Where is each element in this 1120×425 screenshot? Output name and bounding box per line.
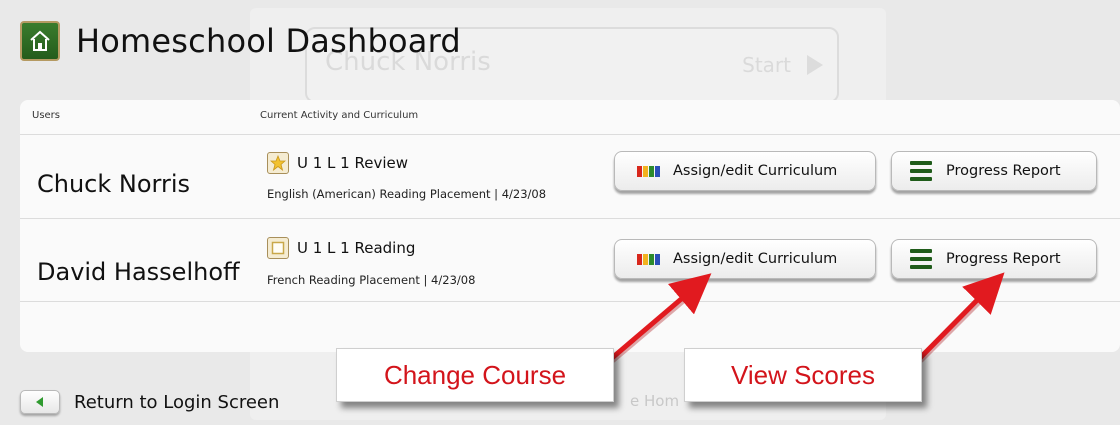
divider: [20, 134, 1120, 135]
divider: [20, 218, 1120, 219]
back-arrow-icon: [20, 390, 60, 414]
column-header-activity: Current Activity and Curriculum: [260, 110, 419, 121]
user-name[interactable]: David Hasselhoff: [37, 258, 240, 286]
background-start-arrow-icon: [807, 55, 823, 75]
column-header-users: Users: [32, 110, 61, 121]
report-list-icon: [910, 249, 932, 269]
house-icon: [20, 21, 60, 61]
return-label: Return to Login Screen: [74, 391, 280, 413]
divider: [20, 301, 1120, 302]
page-title: Homeschool Dashboard: [76, 22, 461, 60]
background-start-label: Start: [742, 53, 791, 77]
page-header: Homeschool Dashboard: [20, 18, 461, 64]
assign-curriculum-label: Assign/edit Curriculum: [673, 251, 838, 267]
crayons-icon: [637, 253, 661, 265]
activity-label: U 1 L 1 Reading: [297, 239, 416, 257]
return-to-login[interactable]: Return to Login Screen: [20, 390, 279, 414]
star-icon: [267, 152, 289, 174]
activity-title: U 1 L 1 Reading: [267, 237, 415, 259]
activity-title: U 1 L 1 Review: [267, 152, 408, 174]
progress-report-button[interactable]: Progress Report: [891, 151, 1097, 191]
progress-report-label: Progress Report: [946, 163, 1061, 179]
activity-label: U 1 L 1 Review: [297, 154, 409, 172]
user-name[interactable]: Chuck Norris: [37, 170, 190, 198]
users-panel: Users Current Activity and Curriculum Ch…: [20, 100, 1120, 352]
background-home-label: e Hom: [630, 392, 680, 410]
assign-curriculum-button[interactable]: Assign/edit Curriculum: [614, 239, 876, 279]
report-list-icon: [910, 161, 932, 181]
progress-report-button[interactable]: Progress Report: [891, 239, 1097, 279]
assign-curriculum-label: Assign/edit Curriculum: [673, 163, 838, 179]
crayons-icon: [637, 165, 661, 177]
change-course-callout: Change Course: [336, 348, 614, 402]
view-scores-callout: View Scores: [684, 348, 922, 402]
assign-curriculum-button[interactable]: Assign/edit Curriculum: [614, 151, 876, 191]
curriculum-text: English (American) Reading Placement | 4…: [267, 187, 547, 201]
progress-report-label: Progress Report: [946, 251, 1061, 267]
curriculum-text: French Reading Placement | 4/23/08: [267, 273, 476, 287]
square-icon: [267, 237, 289, 259]
